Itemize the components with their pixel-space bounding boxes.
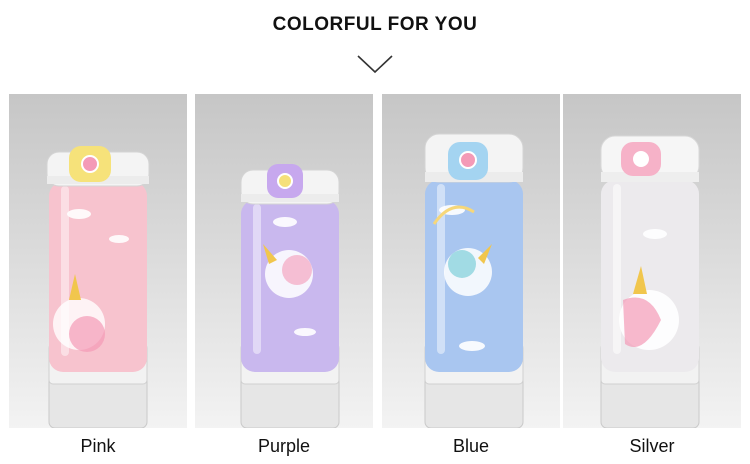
product-card-purple[interactable]	[195, 94, 373, 428]
product-label-pink: Pink	[80, 436, 116, 456]
product-color-page: COLORFUL FOR YOU Pink Purple Blue Silver	[0, 0, 750, 464]
product-card-silver[interactable]	[563, 94, 741, 428]
product-label-purple: Purple	[257, 436, 311, 456]
bottle-image-silver	[600, 135, 700, 428]
product-card-pink[interactable]	[9, 94, 187, 428]
product-card-blue[interactable]	[382, 94, 560, 428]
bottle-image-pink	[46, 146, 150, 428]
page-title: COLORFUL FOR YOU	[272, 14, 478, 35]
chevron-down-icon	[357, 55, 393, 74]
bottle-image-blue	[424, 133, 524, 428]
product-label-silver: Silver	[629, 436, 675, 456]
product-label-blue: Blue	[452, 436, 490, 456]
bottle-image-purple	[240, 164, 340, 428]
